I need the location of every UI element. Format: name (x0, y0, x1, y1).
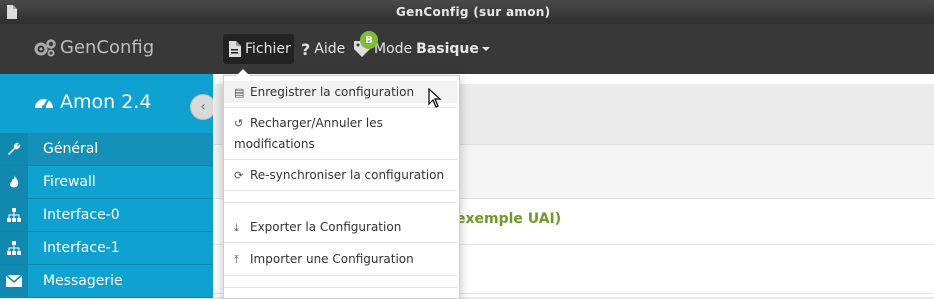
sidebar-item-label: Firewall (43, 174, 96, 190)
menu-divider (224, 287, 457, 288)
menu-aide-label: Aide (314, 41, 346, 57)
menu-aide[interactable]: ? Aide (301, 34, 345, 64)
hdd-icon: ▤ (234, 86, 245, 99)
brand-label: GenConfig (60, 37, 155, 58)
menu-mode[interactable]: B Mode Basique (352, 31, 490, 64)
sidebar-item-label: Messagerie (43, 273, 123, 289)
menu-fichier[interactable]: Fichier (223, 34, 294, 64)
sitemap-icon (0, 232, 28, 264)
upload-icon: ⤒ (234, 253, 239, 266)
sidebar-item-messagerie[interactable]: Messagerie (0, 265, 213, 298)
sidebar-item-label: Interface-1 (43, 240, 120, 256)
chevron-left-icon: ‹ (200, 99, 206, 115)
menu-item-label: Exporter la Configuration (250, 220, 402, 234)
fichier-dropdown-menu: ▤ Enregistrer la configuration ↺ Recharger… (223, 69, 460, 299)
sidebar-item-interface-0[interactable]: Interface-0 (0, 199, 213, 232)
sidebar-item-interface-1[interactable]: Interface-1 (0, 232, 213, 265)
menu-fichier-label: Fichier (245, 41, 291, 57)
cogs-icon (34, 38, 56, 56)
sidebar-item-firewall[interactable]: Firewall (0, 166, 213, 199)
sidebar-item-label: Général (43, 141, 99, 157)
wrench-icon (0, 133, 28, 165)
sidebar-item-label: Interface-0 (43, 207, 120, 223)
server-label: Amon 2.4 (60, 91, 152, 113)
server-title: Amon 2.4 (33, 91, 151, 113)
question-icon: ? (301, 39, 311, 59)
undo-icon: ↺ (234, 117, 244, 130)
download-icon: ⤓ (234, 221, 239, 234)
fire-icon (0, 166, 28, 198)
file-icon (229, 41, 241, 57)
dashboard-icon (35, 99, 53, 109)
menu-item-exporter[interactable]: ⤓ Exporter la Configuration (224, 217, 457, 238)
caret-down-icon (481, 47, 490, 51)
mode-badge: B (360, 31, 378, 49)
sidebar: Amon 2.4 ‹ Général Firewall Interface-0 (0, 74, 216, 298)
menu-item-recharger[interactable]: ↺ Recharger/Annuler les modifications (224, 113, 457, 154)
mode-label: Mode (374, 41, 413, 57)
sitemap-icon (0, 199, 28, 231)
menu-divider (224, 159, 457, 160)
menu-item-label: Recharger/Annuler les modifications (234, 116, 383, 151)
menu-item-label: Re-synchroniser la configuration (250, 168, 445, 182)
envelope-icon (0, 265, 28, 297)
brand[interactable]: GenConfig (33, 37, 154, 58)
menu-divider (224, 190, 457, 191)
menu-divider (224, 107, 457, 108)
window-titlebar: GenConfig (sur amon) (0, 0, 934, 24)
refresh-icon: ⟳ (234, 169, 244, 182)
menu-item-importer[interactable]: ⤒ Importer une Configuration (224, 249, 457, 270)
window-title: GenConfig (sur amon) (396, 5, 551, 19)
menu-divider (224, 202, 457, 203)
menu-item-enregistrer[interactable]: ▤ Enregistrer la configuration (224, 81, 457, 103)
mouse-cursor-icon (428, 88, 442, 108)
menu-divider (224, 242, 457, 243)
menu-item-label: Importer une Configuration (250, 252, 414, 266)
tag-icon: B (352, 31, 378, 59)
mode-value: Basique (416, 41, 479, 57)
sidebar-item-general[interactable]: Général (0, 133, 213, 166)
sidebar-menu: Général Firewall Interface-0 Interface-1… (0, 133, 213, 298)
top-navbar: GenConfig Fichier ? Aide B Mode Basique (0, 24, 934, 74)
menu-divider (224, 275, 457, 276)
menu-item-label: Enregistrer la configuration (250, 85, 415, 99)
menu-item-resynchroniser[interactable]: ⟳ Re-synchroniser la configuration (224, 165, 457, 186)
